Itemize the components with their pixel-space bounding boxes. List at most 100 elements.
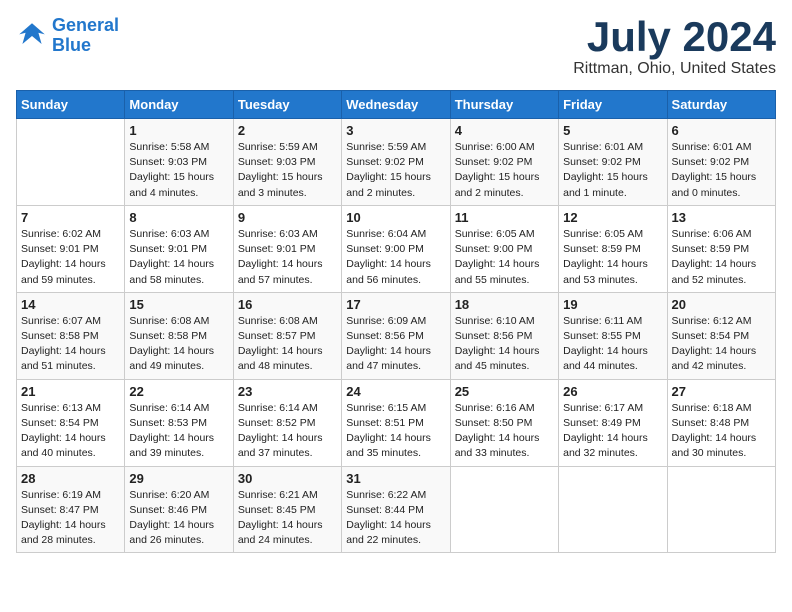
calendar-day-cell: 6 Sunrise: 6:01 AM Sunset: 9:02 PM Daylig… bbox=[667, 119, 775, 206]
day-number: 15 bbox=[129, 297, 228, 312]
calendar-day-cell: 13 Sunrise: 6:06 AM Sunset: 8:59 PM Dayli… bbox=[667, 205, 775, 292]
day-number: 1 bbox=[129, 123, 228, 138]
day-number: 20 bbox=[672, 297, 771, 312]
calendar-header-cell: Friday bbox=[559, 91, 667, 119]
day-number: 6 bbox=[672, 123, 771, 138]
calendar-header-cell: Sunday bbox=[17, 91, 125, 119]
calendar-week-row: 1 Sunrise: 5:58 AM Sunset: 9:03 PM Daylig… bbox=[17, 119, 776, 206]
calendar-day-cell: 21 Sunrise: 6:13 AM Sunset: 8:54 PM Dayli… bbox=[17, 379, 125, 466]
day-info: Sunrise: 6:01 AM Sunset: 9:02 PM Dayligh… bbox=[672, 140, 771, 201]
logo-icon bbox=[16, 20, 48, 52]
day-number: 2 bbox=[238, 123, 337, 138]
day-info: Sunrise: 6:02 AM Sunset: 9:01 PM Dayligh… bbox=[21, 227, 120, 288]
logo: General Blue bbox=[16, 16, 119, 56]
day-info: Sunrise: 6:14 AM Sunset: 8:52 PM Dayligh… bbox=[238, 401, 337, 462]
calendar-day-cell: 10 Sunrise: 6:04 AM Sunset: 9:00 PM Dayli… bbox=[342, 205, 450, 292]
day-info: Sunrise: 6:17 AM Sunset: 8:49 PM Dayligh… bbox=[563, 401, 662, 462]
calendar-week-row: 7 Sunrise: 6:02 AM Sunset: 9:01 PM Daylig… bbox=[17, 205, 776, 292]
day-number: 23 bbox=[238, 384, 337, 399]
day-number: 24 bbox=[346, 384, 445, 399]
day-info: Sunrise: 6:00 AM Sunset: 9:02 PM Dayligh… bbox=[455, 140, 554, 201]
day-number: 29 bbox=[129, 471, 228, 486]
day-info: Sunrise: 6:04 AM Sunset: 9:00 PM Dayligh… bbox=[346, 227, 445, 288]
day-info: Sunrise: 6:21 AM Sunset: 8:45 PM Dayligh… bbox=[238, 488, 337, 549]
calendar-day-cell: 12 Sunrise: 6:05 AM Sunset: 8:59 PM Dayli… bbox=[559, 205, 667, 292]
day-number: 8 bbox=[129, 210, 228, 225]
day-info: Sunrise: 6:18 AM Sunset: 8:48 PM Dayligh… bbox=[672, 401, 771, 462]
day-info: Sunrise: 6:07 AM Sunset: 8:58 PM Dayligh… bbox=[21, 314, 120, 375]
calendar-week-row: 21 Sunrise: 6:13 AM Sunset: 8:54 PM Dayli… bbox=[17, 379, 776, 466]
calendar-day-cell: 2 Sunrise: 5:59 AM Sunset: 9:03 PM Daylig… bbox=[233, 119, 341, 206]
day-number: 9 bbox=[238, 210, 337, 225]
calendar-day-cell: 19Sunrise: 6:11 AM Sunset: 8:55 PM Dayli… bbox=[559, 292, 667, 379]
title-block: July 2024 Rittman, Ohio, United States bbox=[573, 16, 776, 78]
calendar-header-cell: Thursday bbox=[450, 91, 558, 119]
day-number: 5 bbox=[563, 123, 662, 138]
calendar-day-cell: 7 Sunrise: 6:02 AM Sunset: 9:01 PM Daylig… bbox=[17, 205, 125, 292]
calendar-header-cell: Tuesday bbox=[233, 91, 341, 119]
day-number: 12 bbox=[563, 210, 662, 225]
day-info: Sunrise: 6:03 AM Sunset: 9:01 PM Dayligh… bbox=[129, 227, 228, 288]
day-number: 26 bbox=[563, 384, 662, 399]
calendar-day-cell: 18Sunrise: 6:10 AM Sunset: 8:56 PM Dayli… bbox=[450, 292, 558, 379]
day-info: Sunrise: 6:08 AM Sunset: 8:57 PM Dayligh… bbox=[238, 314, 337, 375]
calendar-day-cell: 28 Sunrise: 6:19 AM Sunset: 8:47 PM Dayli… bbox=[17, 466, 125, 553]
calendar-day-cell: 26 Sunrise: 6:17 AM Sunset: 8:49 PM Dayli… bbox=[559, 379, 667, 466]
day-info: Sunrise: 6:20 AM Sunset: 8:46 PM Dayligh… bbox=[129, 488, 228, 549]
calendar-header-cell: Monday bbox=[125, 91, 233, 119]
day-info: Sunrise: 6:08 AM Sunset: 8:58 PM Dayligh… bbox=[129, 314, 228, 375]
calendar-day-cell: 31Sunrise: 6:22 AM Sunset: 8:44 PM Dayli… bbox=[342, 466, 450, 553]
calendar-week-row: 14 Sunrise: 6:07 AM Sunset: 8:58 PM Dayli… bbox=[17, 292, 776, 379]
calendar-day-cell bbox=[450, 466, 558, 553]
day-info: Sunrise: 6:22 AM Sunset: 8:44 PM Dayligh… bbox=[346, 488, 445, 549]
day-info: Sunrise: 6:09 AM Sunset: 8:56 PM Dayligh… bbox=[346, 314, 445, 375]
day-info: Sunrise: 6:10 AM Sunset: 8:56 PM Dayligh… bbox=[455, 314, 554, 375]
day-number: 25 bbox=[455, 384, 554, 399]
day-number: 14 bbox=[21, 297, 120, 312]
day-info: Sunrise: 6:19 AM Sunset: 8:47 PM Dayligh… bbox=[21, 488, 120, 549]
calendar-day-cell: 17Sunrise: 6:09 AM Sunset: 8:56 PM Dayli… bbox=[342, 292, 450, 379]
day-number: 10 bbox=[346, 210, 445, 225]
calendar-day-cell bbox=[667, 466, 775, 553]
day-number: 3 bbox=[346, 123, 445, 138]
calendar-body: 1 Sunrise: 5:58 AM Sunset: 9:03 PM Daylig… bbox=[17, 119, 776, 553]
location: Rittman, Ohio, United States bbox=[573, 60, 776, 78]
day-number: 16 bbox=[238, 297, 337, 312]
calendar-day-cell: 1 Sunrise: 5:58 AM Sunset: 9:03 PM Daylig… bbox=[125, 119, 233, 206]
day-number: 28 bbox=[21, 471, 120, 486]
calendar-header-cell: Wednesday bbox=[342, 91, 450, 119]
calendar-day-cell: 16 Sunrise: 6:08 AM Sunset: 8:57 PM Dayli… bbox=[233, 292, 341, 379]
calendar-day-cell: 23 Sunrise: 6:14 AM Sunset: 8:52 PM Dayli… bbox=[233, 379, 341, 466]
day-info: Sunrise: 5:59 AM Sunset: 9:03 PM Dayligh… bbox=[238, 140, 337, 201]
page-header: General Blue July 2024 Rittman, Ohio, Un… bbox=[16, 16, 776, 78]
day-number: 4 bbox=[455, 123, 554, 138]
day-info: Sunrise: 6:03 AM Sunset: 9:01 PM Dayligh… bbox=[238, 227, 337, 288]
logo-text: General Blue bbox=[52, 16, 119, 56]
calendar-day-cell bbox=[559, 466, 667, 553]
day-number: 22 bbox=[129, 384, 228, 399]
calendar-week-row: 28 Sunrise: 6:19 AM Sunset: 8:47 PM Dayli… bbox=[17, 466, 776, 553]
day-info: Sunrise: 6:12 AM Sunset: 8:54 PM Dayligh… bbox=[672, 314, 771, 375]
day-info: Sunrise: 6:15 AM Sunset: 8:51 PM Dayligh… bbox=[346, 401, 445, 462]
calendar-day-cell: 15 Sunrise: 6:08 AM Sunset: 8:58 PM Dayli… bbox=[125, 292, 233, 379]
day-info: Sunrise: 5:58 AM Sunset: 9:03 PM Dayligh… bbox=[129, 140, 228, 201]
day-info: Sunrise: 5:59 AM Sunset: 9:02 PM Dayligh… bbox=[346, 140, 445, 201]
day-number: 27 bbox=[672, 384, 771, 399]
calendar-day-cell: 5Sunrise: 6:01 AM Sunset: 9:02 PM Daylig… bbox=[559, 119, 667, 206]
day-number: 19 bbox=[563, 297, 662, 312]
calendar-day-cell: 14 Sunrise: 6:07 AM Sunset: 8:58 PM Dayli… bbox=[17, 292, 125, 379]
day-number: 7 bbox=[21, 210, 120, 225]
day-info: Sunrise: 6:05 AM Sunset: 9:00 PM Dayligh… bbox=[455, 227, 554, 288]
calendar-day-cell: 8 Sunrise: 6:03 AM Sunset: 9:01 PM Daylig… bbox=[125, 205, 233, 292]
calendar-day-cell: 25Sunrise: 6:16 AM Sunset: 8:50 PM Dayli… bbox=[450, 379, 558, 466]
calendar-day-cell bbox=[17, 119, 125, 206]
calendar-header-row: SundayMondayTuesdayWednesdayThursdayFrid… bbox=[17, 91, 776, 119]
day-info: Sunrise: 6:05 AM Sunset: 8:59 PM Dayligh… bbox=[563, 227, 662, 288]
calendar-day-cell: 30 Sunrise: 6:21 AM Sunset: 8:45 PM Dayli… bbox=[233, 466, 341, 553]
day-info: Sunrise: 6:06 AM Sunset: 8:59 PM Dayligh… bbox=[672, 227, 771, 288]
day-number: 21 bbox=[21, 384, 120, 399]
calendar-header-cell: Saturday bbox=[667, 91, 775, 119]
day-number: 13 bbox=[672, 210, 771, 225]
day-number: 30 bbox=[238, 471, 337, 486]
day-info: Sunrise: 6:13 AM Sunset: 8:54 PM Dayligh… bbox=[21, 401, 120, 462]
